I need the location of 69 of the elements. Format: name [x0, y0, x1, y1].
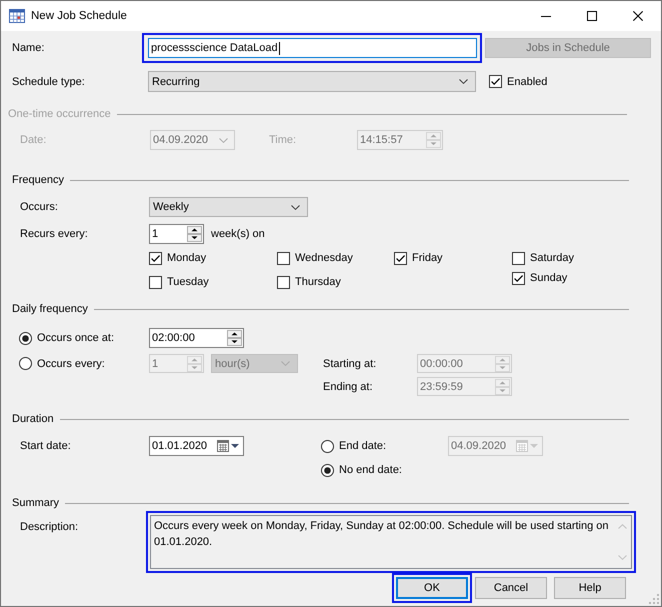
radio-label[interactable]: Occurs every: [37, 358, 105, 370]
caret-down-icon[interactable] [231, 444, 239, 448]
group-title: Daily frequency [12, 303, 88, 315]
description-field[interactable]: Occurs every week on Monday, Friday, Sunday at 02:00:00. Schedule will be used starting on 01.01.2020. [150, 515, 632, 569]
maximize-icon [587, 11, 597, 21]
radio-button[interactable] [321, 464, 334, 476]
date-picker[interactable]: 01.01.2020 [149, 436, 244, 456]
name-label: Name: [12, 42, 46, 54]
group-title: Summary [12, 497, 60, 509]
checkbox-label[interactable]: Tuesday [167, 276, 209, 288]
checkbox[interactable] [277, 276, 290, 288]
checkbox-label[interactable]: Enabled [507, 76, 548, 88]
radio-label[interactable]: End date: [339, 440, 386, 452]
schedule-type-label: Schedule type: [12, 76, 86, 88]
group-title: Duration [12, 413, 54, 425]
checkbox-label[interactable]: Saturday [530, 252, 574, 264]
checkbox[interactable] [277, 252, 290, 264]
checkbox[interactable] [512, 252, 525, 264]
radio-button[interactable] [19, 332, 32, 344]
chevron-down-icon [219, 138, 228, 142]
chevron-down-icon [459, 79, 468, 84]
occurs-label: Occurs: [20, 201, 59, 213]
time-input[interactable]: 02:00:00 [149, 328, 244, 348]
radio-label[interactable]: Occurs once at: [37, 332, 114, 344]
chevron-down-icon [291, 204, 300, 210]
chevron-down-icon [281, 361, 290, 366]
checkbox[interactable] [149, 252, 162, 264]
schedule-type-dropdown[interactable]: Recurring [148, 71, 476, 92]
group-title: Frequency [12, 174, 64, 186]
spin-arrows-icon[interactable] [227, 330, 242, 346]
chevron-up-icon [618, 524, 627, 529]
radio-label[interactable]: No end date: [339, 464, 402, 476]
checkbox-label[interactable]: Friday [412, 252, 443, 264]
interval-input[interactable]: 1 [149, 354, 204, 373]
text-cursor [278, 42, 280, 54]
dialog-button[interactable]: OK [396, 577, 468, 599]
close-icon [633, 11, 643, 21]
recurs-every-input[interactable]: 1 [149, 224, 204, 244]
group-title: One-time occurrence [8, 108, 111, 120]
dialog-button[interactable]: Cancel [475, 577, 547, 599]
date-label: Date: [20, 134, 48, 146]
checkbox[interactable] [489, 75, 502, 88]
calendar-icon [9, 9, 25, 23]
starting-at-label: Starting at: [323, 358, 378, 370]
window-title: New Job Schedule [31, 10, 127, 22]
checkbox-label[interactable]: Wednesday [295, 252, 353, 264]
recurs-every-label: Recurs every: [20, 228, 89, 240]
checkbox[interactable] [149, 276, 162, 288]
unit-label: week(s) on [211, 228, 265, 240]
chevron-down-icon [618, 555, 627, 560]
checkbox[interactable] [512, 272, 525, 284]
radio-button[interactable] [19, 357, 32, 370]
calendar-icon[interactable] [217, 440, 229, 452]
checkbox-label[interactable]: Thursday [295, 276, 341, 288]
description-label: Description: [20, 520, 80, 535]
time-label: Time: [269, 134, 298, 146]
name-input[interactable]: processscience DataLoad [148, 38, 477, 58]
start-date-label: Start date: [20, 440, 72, 452]
resize-grip-icon[interactable] [649, 594, 659, 604]
checkbox[interactable] [394, 252, 407, 264]
ending-at-label: Ending at: [323, 380, 374, 392]
spin-arrows-icon[interactable] [187, 226, 202, 242]
dialog-button[interactable]: Help [554, 577, 626, 599]
occurs-dropdown[interactable]: Weekly [149, 197, 308, 217]
checkbox-label[interactable]: Monday [167, 252, 206, 264]
time-input[interactable]: 23:59:59 [417, 377, 512, 396]
time-input[interactable]: 00:00:00 [417, 354, 512, 373]
radio-button[interactable] [321, 440, 334, 452]
checkbox-label[interactable]: Sunday [530, 272, 568, 284]
